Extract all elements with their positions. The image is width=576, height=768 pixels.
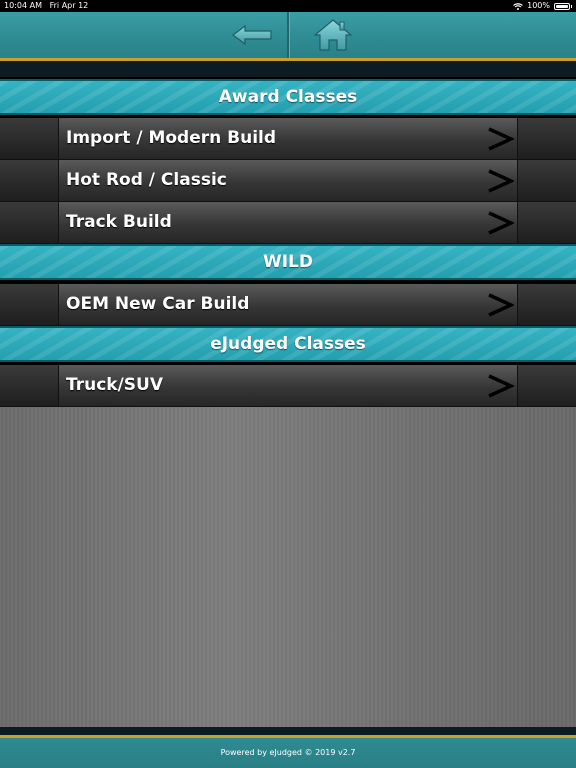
header-divider	[287, 12, 289, 58]
chevron-right-icon	[488, 211, 514, 235]
section-header-award-classes: Award Classes	[0, 79, 576, 115]
list-item-track-build[interactable]: Track Build	[0, 202, 576, 244]
list-item-import-modern-build[interactable]: Import / Modern Build	[0, 118, 576, 160]
section-header-wild: WILD	[0, 244, 576, 280]
list-item-hot-rod-classic[interactable]: Hot Rod / Classic	[0, 160, 576, 202]
status-time-date: 10:04 AM Fri Apr 12	[4, 0, 88, 12]
status-right: 100%	[513, 0, 572, 12]
list-item-truck-suv[interactable]: Truck/SUV	[0, 365, 576, 407]
row-right-cap	[517, 160, 576, 201]
list-item-oem-new-car-build[interactable]: OEM New Car Build	[0, 284, 576, 326]
row-right-cap	[517, 202, 576, 243]
chevron-right-icon	[488, 293, 514, 317]
row-left-cap	[0, 365, 59, 406]
list-item-label: Track Build	[66, 212, 172, 232]
status-date: Fri Apr 12	[49, 1, 89, 10]
row-left-cap	[0, 284, 59, 325]
footer-credit: Powered by eJudged © 2019 v2.7	[0, 738, 576, 768]
arrow-left-icon	[232, 24, 272, 46]
list-item-label: Truck/SUV	[66, 375, 164, 395]
row-right-cap	[517, 284, 576, 325]
status-time: 10:04 AM	[4, 1, 42, 10]
battery-percent: 100%	[527, 1, 550, 10]
chevron-right-icon	[488, 374, 514, 398]
chevron-right-icon	[488, 127, 514, 151]
status-bar: 10:04 AM Fri Apr 12 100%	[0, 0, 576, 12]
footer-shadow-band	[0, 727, 576, 735]
back-button[interactable]	[222, 12, 282, 58]
row-right-cap	[517, 365, 576, 406]
header-bar	[0, 12, 576, 58]
chevron-right-icon	[488, 169, 514, 193]
brushed-metal-background	[0, 407, 576, 727]
row-right-cap	[517, 118, 576, 159]
list-item-label: OEM New Car Build	[66, 294, 250, 314]
row-left-cap	[0, 118, 59, 159]
wifi-icon	[513, 2, 523, 10]
section-header-ejudged-classes: eJudged Classes	[0, 326, 576, 362]
home-button[interactable]	[303, 12, 363, 58]
header-shadow-band	[0, 61, 576, 77]
battery-icon	[554, 2, 572, 10]
home-icon	[313, 19, 353, 51]
row-left-cap	[0, 160, 59, 201]
list-item-label: Import / Modern Build	[66, 128, 277, 148]
list-item-label: Hot Rod / Classic	[66, 170, 227, 190]
row-left-cap	[0, 202, 59, 243]
